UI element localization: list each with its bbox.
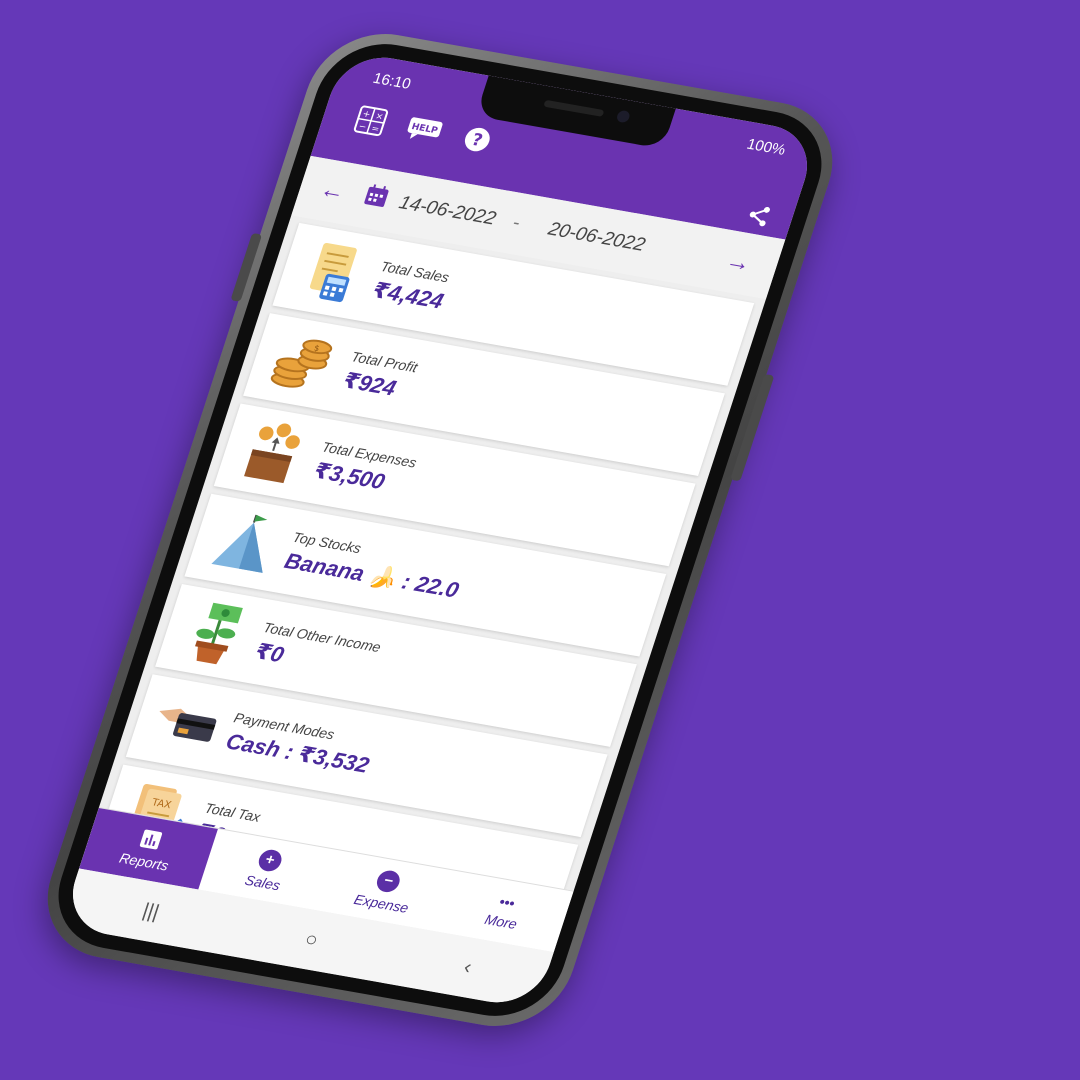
to-date[interactable]: 20-06-2022 <box>545 219 648 257</box>
front-camera <box>615 109 632 124</box>
coin-stack-icon: $ <box>270 339 333 388</box>
nav-label: More <box>482 910 520 932</box>
receipt-calculator-icon <box>309 242 357 303</box>
minus-circle-icon: − <box>374 868 403 894</box>
card-text: Total Profit ₹924 <box>340 348 419 404</box>
more-dots-icon: ••• <box>497 892 518 911</box>
date-separator: - <box>509 212 523 234</box>
card-text: Total Expenses ₹3,500 <box>311 439 419 500</box>
card-payment-icon <box>159 708 217 742</box>
pyramid-flag-icon <box>211 514 268 573</box>
card-text: Total Sales ₹4,424 <box>369 258 453 314</box>
previous-range-arrow-icon[interactable]: ← <box>316 176 354 208</box>
svg-text:=: = <box>370 124 381 135</box>
share-icon[interactable] <box>743 203 773 233</box>
plus-circle-icon: + <box>255 847 285 873</box>
help-chat-icon[interactable]: HELP <box>402 111 446 150</box>
nav-label: Reports <box>117 849 171 874</box>
next-range-arrow-icon[interactable]: → <box>722 247 760 279</box>
question-icon[interactable]: ? <box>455 120 499 159</box>
recents-button-icon[interactable]: ||| <box>140 899 162 924</box>
card-text: Top Stocks Banana 🍌 : 22.0 <box>281 529 468 604</box>
nav-label: Expense <box>352 890 411 916</box>
back-button-icon[interactable]: ‹ <box>461 956 474 979</box>
card-text: Total Other Income ₹0 <box>252 619 383 684</box>
from-date[interactable]: 14-06-2022 <box>396 192 498 230</box>
expense-box-icon <box>244 423 300 484</box>
header-icons: + × − = HELP ? <box>349 102 499 159</box>
reports-icon <box>137 827 166 852</box>
svg-text:×: × <box>374 112 385 123</box>
money-plant-icon <box>195 602 243 665</box>
calendar-icon[interactable] <box>359 182 392 215</box>
home-button-icon[interactable]: ○ <box>302 928 321 952</box>
card-text: Payment Modes Cash : ₹3,532 <box>223 709 379 778</box>
svg-text:−: − <box>357 122 368 133</box>
svg-text:+: + <box>361 109 372 120</box>
battery-status: 100% <box>744 135 788 159</box>
calculator-icon[interactable]: + × − = <box>349 102 393 141</box>
earpiece-speaker <box>543 99 605 117</box>
status-time: 16:10 <box>370 69 414 93</box>
nav-label: Sales <box>243 871 283 893</box>
